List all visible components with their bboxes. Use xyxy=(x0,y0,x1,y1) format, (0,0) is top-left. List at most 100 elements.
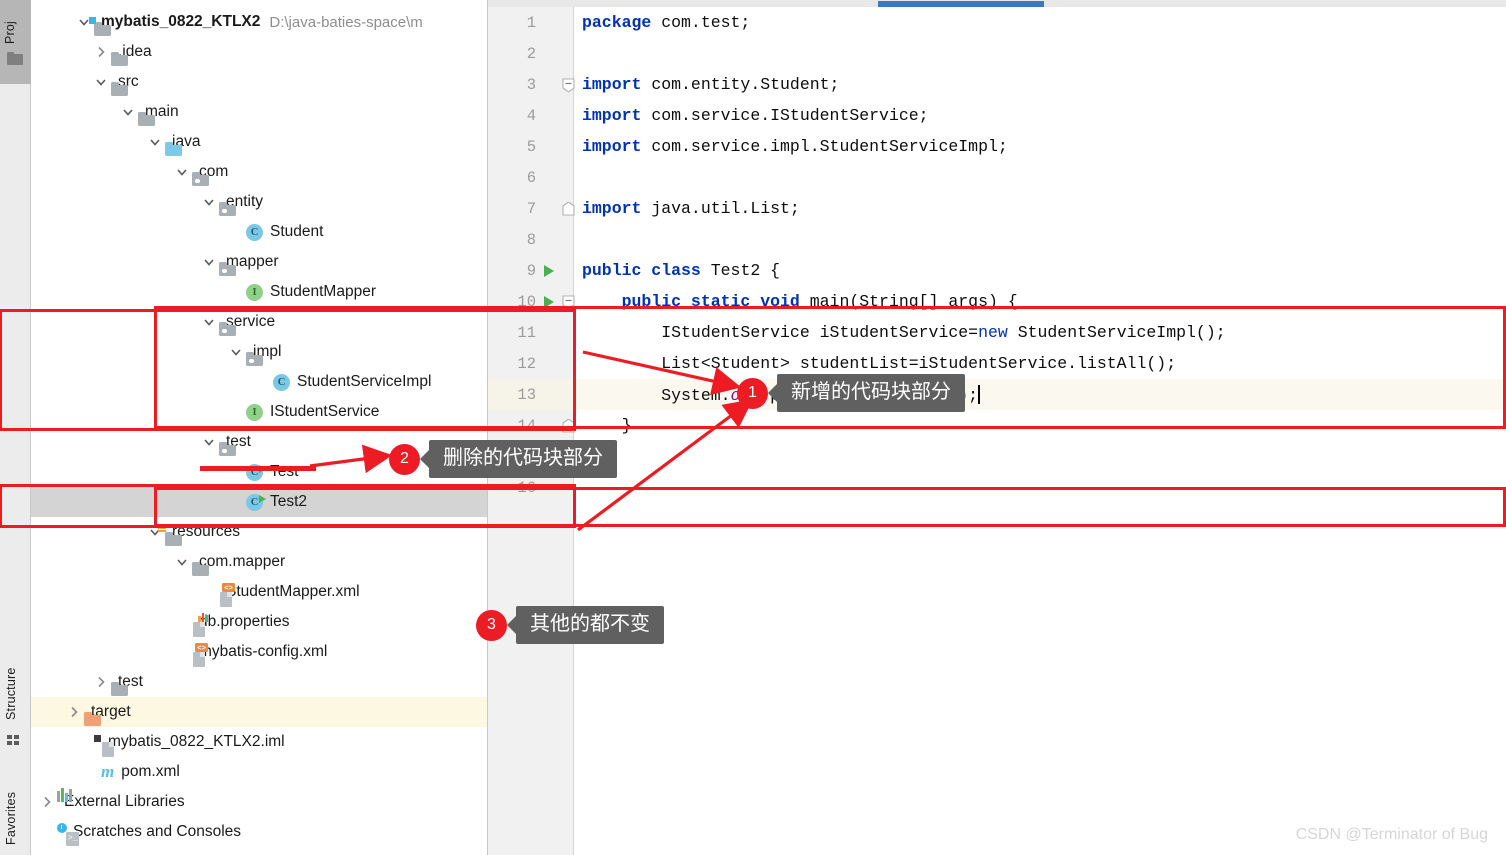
tree-row-test-folder[interactable]: test xyxy=(31,667,487,697)
code-line[interactable]: 4 import com.service.IStudentService; xyxy=(488,100,1506,131)
tool-tab-structure-label[interactable]: Structure xyxy=(4,667,18,720)
run-method-icon[interactable] xyxy=(544,296,554,308)
tree-row-src[interactable]: src xyxy=(31,67,487,97)
code-editor[interactable]: 1 package com.test; 2 3 import com.entit… xyxy=(488,0,1506,855)
tree-item-label: mybatis_0822_KTLX2.iml xyxy=(108,733,285,750)
chevron-down-icon[interactable] xyxy=(174,164,190,180)
chevron-down-icon[interactable] xyxy=(120,104,136,120)
tree-row-main[interactable]: main xyxy=(31,97,487,127)
run-class-icon[interactable] xyxy=(544,265,554,277)
tree-row-entity[interactable]: entity xyxy=(31,187,487,217)
tool-window-strip: Proj Structure Favorites xyxy=(0,0,31,855)
code-line[interactable]: 7 import java.util.List; xyxy=(488,193,1506,224)
code-line[interactable]: 10 public static void main(String[] args… xyxy=(488,286,1506,317)
tree-row-istudentservice[interactable]: I IStudentService xyxy=(31,397,487,427)
chevron-down-icon[interactable] xyxy=(201,314,217,330)
code-line[interactable]: 3 import com.entity.Student; xyxy=(488,69,1506,100)
code-line[interactable]: 16 xyxy=(488,472,1506,503)
code-text: import com.service.IStudentService; xyxy=(582,106,929,125)
tree-item-label: Test xyxy=(270,463,299,480)
code-line[interactable]: 11 IStudentService iStudentService=new S… xyxy=(488,317,1506,348)
code-text: import com.entity.Student; xyxy=(582,75,840,94)
tree-row-com-mapper[interactable]: com.mapper xyxy=(31,547,487,577)
code-line[interactable]: 12 List<Student> studentList=iStudentSer… xyxy=(488,348,1506,379)
tree-row-mapper[interactable]: mapper xyxy=(31,247,487,277)
tree-item-label: mybatis-config.xml xyxy=(199,643,328,660)
horizontal-scrollbar[interactable] xyxy=(488,0,1506,7)
fold-end-icon[interactable] xyxy=(562,418,575,433)
tree-item-label: IStudentService xyxy=(270,403,380,420)
line-number: 16 xyxy=(517,478,536,497)
line-number: 10 xyxy=(517,292,536,311)
tree-row-scratches[interactable]: >_ Scratches and Consoles xyxy=(31,817,487,847)
tree-row-test-package[interactable]: test xyxy=(31,427,487,457)
chevron-down-icon[interactable] xyxy=(174,554,190,570)
code-line[interactable]: 9 public class Test2 { xyxy=(488,255,1506,286)
line-number: 8 xyxy=(526,230,536,249)
tree-row-test2-class[interactable]: C Test2 xyxy=(31,487,487,517)
code-line[interactable]: 5 import com.service.impl.StudentService… xyxy=(488,131,1506,162)
project-name: mybatis_0822_KTLX2 xyxy=(101,13,261,30)
java-interface-icon: I xyxy=(246,403,263,421)
tree-row-studentmapper-xml[interactable]: <> StudentMapper.xml xyxy=(31,577,487,607)
tree-item-label: StudentMapper.xml xyxy=(226,583,360,600)
tree-row-java[interactable]: java xyxy=(31,127,487,157)
tree-row-db-properties[interactable]: db.properties xyxy=(31,607,487,637)
code-text: import java.util.List; xyxy=(582,199,800,218)
tree-row-student[interactable]: C Student xyxy=(31,217,487,247)
tree-item-label: Test2 xyxy=(270,493,308,510)
maven-icon: m xyxy=(101,761,115,781)
code-line[interactable]: 1 package com.test; xyxy=(488,7,1506,38)
chevron-down-icon[interactable] xyxy=(147,134,163,150)
chevron-right-icon[interactable] xyxy=(93,44,109,60)
line-number: 14 xyxy=(517,416,536,435)
line-number: 4 xyxy=(526,106,536,125)
code-line-current[interactable]: 13 System.out.println(studentList); xyxy=(488,379,1506,410)
project-tool-window[interactable]: mybatis_0822_KTLX2 D:\java-baties-space\… xyxy=(31,0,488,855)
chevron-right-icon[interactable] xyxy=(93,674,109,690)
code-line[interactable]: 15 xyxy=(488,441,1506,472)
chevron-down-icon[interactable] xyxy=(201,434,217,450)
code-text: System.out.println(studentList); xyxy=(582,384,980,405)
tree-row-studentserviceimpl[interactable]: C StudentServiceImpl xyxy=(31,367,487,397)
tree-row-target[interactable]: target xyxy=(31,697,487,727)
tree-item-label: StudentMapper xyxy=(270,283,376,300)
tree-row-com[interactable]: com xyxy=(31,157,487,187)
fold-open-icon[interactable] xyxy=(562,295,575,310)
chevron-down-icon[interactable] xyxy=(201,194,217,210)
java-class-runnable-icon: C xyxy=(246,463,266,481)
code-line[interactable]: 6 xyxy=(488,162,1506,193)
java-interface-icon: I xyxy=(246,283,263,301)
chevron-down-icon[interactable] xyxy=(93,74,109,90)
fold-end-icon[interactable] xyxy=(562,201,575,216)
fold-open-icon[interactable] xyxy=(562,78,575,93)
code-line[interactable]: 14 } xyxy=(488,410,1506,441)
tree-row-studentmapper[interactable]: I StudentMapper xyxy=(31,277,487,307)
line-number: 5 xyxy=(526,137,536,156)
line-number: 2 xyxy=(526,44,536,63)
tree-row-test-class[interactable]: C Test xyxy=(31,457,487,487)
tree-row-root[interactable]: mybatis_0822_KTLX2 D:\java-baties-space\… xyxy=(31,7,487,37)
code-text: public static void main(String[] args) { xyxy=(621,292,1018,311)
tree-row-impl[interactable]: impl xyxy=(31,337,487,367)
tree-row-service[interactable]: service xyxy=(31,307,487,337)
chevron-down-icon[interactable] xyxy=(201,254,217,270)
tool-tab-favorites-label[interactable]: Favorites xyxy=(4,792,18,845)
code-text: import com.service.impl.StudentServiceIm… xyxy=(582,137,1008,156)
tree-row-idea[interactable]: .idea xyxy=(31,37,487,67)
tree-row-external-libraries[interactable]: External Libraries xyxy=(31,787,487,817)
tree-row-iml[interactable]: mybatis_0822_KTLX2.iml xyxy=(31,727,487,757)
line-number: 7 xyxy=(526,199,536,218)
tree-row-pom-xml[interactable]: m pom.xml xyxy=(31,757,487,787)
line-number: 11 xyxy=(517,323,536,342)
code-line[interactable]: 8 xyxy=(488,224,1506,255)
code-text: } xyxy=(582,416,632,435)
line-number: 13 xyxy=(517,385,536,404)
chevron-down-icon[interactable] xyxy=(228,344,244,360)
code-line[interactable]: 2 xyxy=(488,38,1506,69)
tree-item-label: Scratches and Consoles xyxy=(73,823,242,840)
tree-row-resources[interactable]: resources xyxy=(31,517,487,547)
tree-row-mybatis-config-xml[interactable]: <> mybatis-config.xml xyxy=(31,637,487,667)
chevron-right-icon[interactable] xyxy=(39,794,55,810)
chevron-right-icon[interactable] xyxy=(66,704,82,720)
